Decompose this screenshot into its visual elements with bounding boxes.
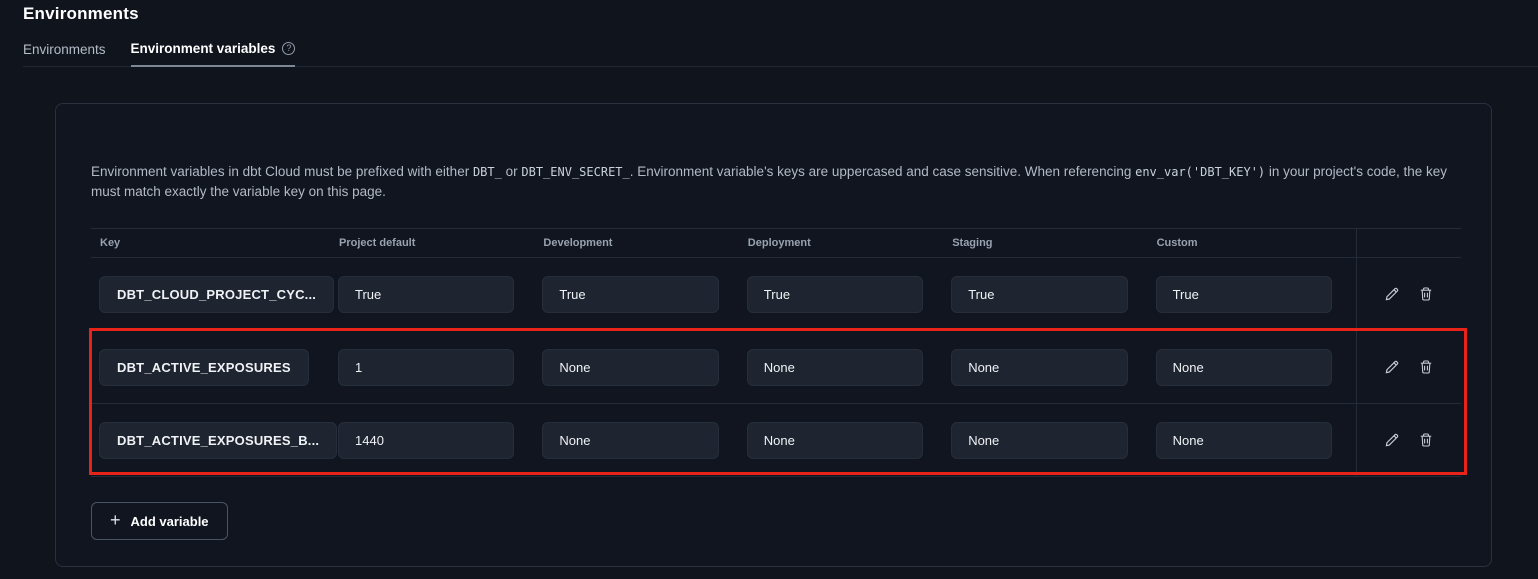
description-text: Environment variables in dbt Cloud must … [91, 162, 1456, 202]
edit-variable-button[interactable] [1383, 432, 1400, 449]
tab-environment-variables-label: Environment variables [131, 41, 276, 56]
description-segment: Environment variables in dbt Cloud must … [91, 164, 473, 179]
table-header-row: Key Project default Development Deployme… [91, 228, 1461, 258]
code-token-env-var: env_var('DBT_KEY') [1135, 165, 1265, 179]
add-variable-label: Add variable [131, 514, 209, 529]
variable-value-custom: None [1156, 422, 1332, 459]
delete-variable-button[interactable] [1418, 286, 1434, 302]
column-header-actions [1356, 229, 1461, 257]
environment-variables-panel: Environment variables in dbt Cloud must … [55, 103, 1492, 567]
variable-value-custom: True [1156, 276, 1332, 313]
trash-icon [1418, 359, 1434, 375]
page-title: Environments [23, 4, 1538, 24]
edit-variable-button[interactable] [1383, 286, 1400, 303]
delete-variable-button[interactable] [1418, 359, 1434, 375]
variable-value-project-default: True [338, 276, 514, 313]
variable-value-deployment: None [747, 422, 923, 459]
table-row: DBT_CLOUD_PROJECT_CYC... True True True … [91, 258, 1461, 331]
variable-value-staging: True [951, 276, 1127, 313]
column-header-project-default: Project default [334, 229, 538, 257]
code-token-dbt-prefix: DBT_ [473, 165, 502, 179]
column-header-custom: Custom [1152, 229, 1356, 257]
variable-key-chip: DBT_ACTIVE_EXPOSURES [99, 349, 309, 386]
trash-icon [1418, 286, 1434, 302]
variable-value-project-default: 1 [338, 349, 514, 386]
environment-variables-table: Key Project default Development Deployme… [91, 228, 1461, 477]
column-header-key: Key [91, 229, 334, 257]
description-segment: . Environment variable's keys are upperc… [630, 164, 1135, 179]
add-variable-button[interactable]: + Add variable [91, 502, 228, 540]
help-icon[interactable]: ? [282, 42, 295, 55]
variable-key-chip: DBT_CLOUD_PROJECT_CYC... [99, 276, 334, 313]
variable-value-custom: None [1156, 349, 1332, 386]
variable-value-staging: None [951, 422, 1127, 459]
trash-icon [1418, 432, 1434, 448]
edit-variable-button[interactable] [1383, 359, 1400, 376]
column-header-development: Development [538, 229, 742, 257]
variable-value-development: None [542, 349, 718, 386]
delete-variable-button[interactable] [1418, 432, 1434, 448]
table-row-highlighted: DBT_ACTIVE_EXPOSURES_B... 1440 None None… [91, 404, 1461, 477]
tab-environments-label: Environments [23, 42, 106, 57]
pencil-icon [1383, 286, 1400, 303]
plus-icon: + [110, 510, 121, 531]
variable-value-staging: None [951, 349, 1127, 386]
column-header-deployment: Deployment [743, 229, 947, 257]
tabs-bar: Environments Environment variables ? [23, 41, 1538, 67]
tab-environments[interactable]: Environments [23, 42, 106, 66]
variable-value-development: True [542, 276, 718, 313]
variable-key-chip: DBT_ACTIVE_EXPOSURES_B... [99, 422, 337, 459]
tab-environment-variables[interactable]: Environment variables ? [131, 41, 296, 67]
variable-value-project-default: 1440 [338, 422, 514, 459]
variable-value-deployment: None [747, 349, 923, 386]
column-header-staging: Staging [947, 229, 1151, 257]
variable-value-deployment: True [747, 276, 923, 313]
variable-value-development: None [542, 422, 718, 459]
pencil-icon [1383, 359, 1400, 376]
pencil-icon [1383, 432, 1400, 449]
table-row-highlighted: DBT_ACTIVE_EXPOSURES 1 None None None No… [91, 331, 1461, 404]
code-token-dbt-env-secret-prefix: DBT_ENV_SECRET_ [521, 165, 629, 179]
description-segment: or [502, 164, 522, 179]
